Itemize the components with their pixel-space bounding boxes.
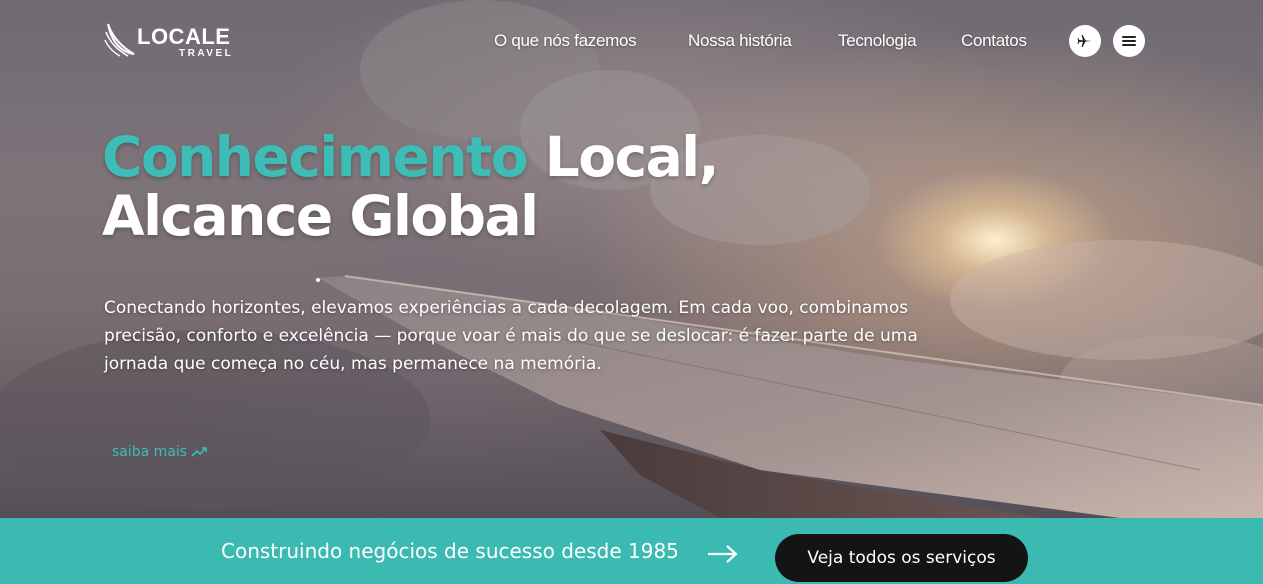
learn-more-link[interactable]: saiba mais xyxy=(112,444,209,460)
brand-tagline: TRAVEL xyxy=(179,48,234,59)
trending-up-arrow-icon xyxy=(191,447,207,457)
arrow-right-icon xyxy=(708,545,738,563)
headline-line2: Alcance Global xyxy=(102,184,539,248)
services-banner: Construindo negócios de sucesso desde 19… xyxy=(0,518,1263,584)
hero-section: LOCALE TRAVEL O que nós fazemos Nossa hi… xyxy=(0,0,1263,518)
banner-text: Construindo negócios de sucesso desde 19… xyxy=(221,539,679,563)
brand-name: LOCALE xyxy=(137,24,231,49)
menu-button[interactable] xyxy=(1113,25,1145,57)
learn-more-label: saiba mais xyxy=(112,444,188,460)
hero-headline: Conhecimento Local, Alcance Global xyxy=(102,125,720,248)
menu-icon xyxy=(1122,36,1136,46)
flight-button[interactable] xyxy=(1069,25,1101,57)
hero-description: Conectando horizontes, elevamos experiên… xyxy=(104,298,918,374)
airplane-icon xyxy=(1077,35,1092,47)
wing-logo-icon xyxy=(104,23,135,57)
nav-item-our-history[interactable]: Nossa história xyxy=(688,31,792,51)
headline-rest: Local, xyxy=(527,125,720,189)
nav-item-technology[interactable]: Tecnologia xyxy=(838,31,917,51)
site-header: LOCALE TRAVEL O que nós fazemos Nossa hi… xyxy=(0,0,1263,84)
headline-accent: Conhecimento xyxy=(102,125,529,189)
nav-item-contacts[interactable]: Contatos xyxy=(961,31,1027,51)
view-services-button[interactable]: Veja todos os serviços xyxy=(775,534,1028,582)
nav-item-what-we-do[interactable]: O que nós fazemos xyxy=(494,31,637,51)
brand-logo[interactable]: LOCALE TRAVEL xyxy=(104,20,244,64)
